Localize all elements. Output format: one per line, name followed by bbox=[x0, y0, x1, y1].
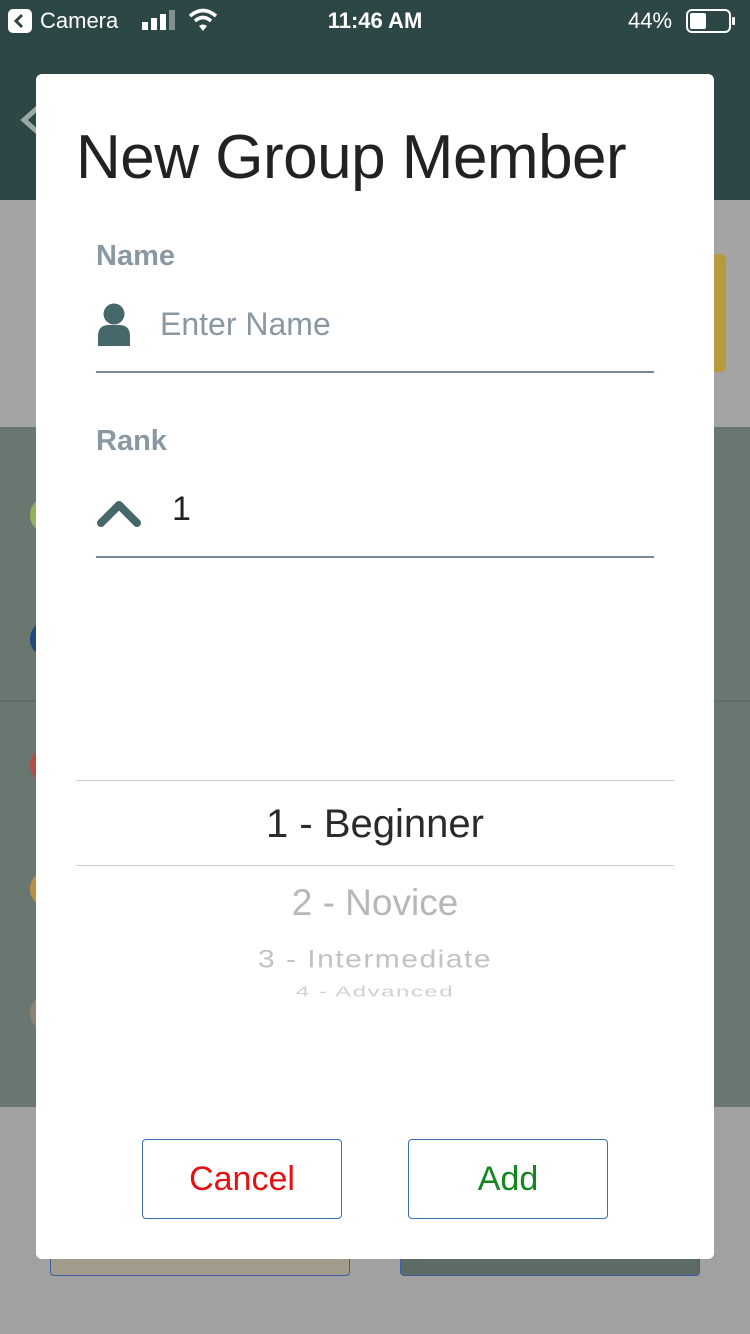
battery-percent: 44% bbox=[628, 8, 673, 33]
picker-option[interactable]: 4 - Advanced bbox=[76, 984, 674, 1001]
picker-option-selected[interactable]: 1 - Beginner bbox=[76, 802, 674, 847]
name-label: Name bbox=[96, 240, 175, 272]
new-member-dialog: New Group Member Name Rank 1 1 - Beginne… bbox=[36, 74, 714, 1259]
rank-picker[interactable]: 1 - Beginner 2 - Novice 3 - Intermediate… bbox=[76, 694, 674, 1004]
name-input[interactable] bbox=[160, 300, 650, 348]
status-bar: Camera 11:46 AM 44% bbox=[0, 0, 750, 40]
cancel-button[interactable]: Cancel bbox=[142, 1139, 342, 1219]
person-icon bbox=[98, 303, 130, 346]
battery-icon bbox=[686, 9, 735, 33]
name-underline bbox=[96, 371, 654, 373]
picker-option[interactable]: 3 - Intermediate bbox=[76, 946, 674, 974]
picker-selection-line-top bbox=[76, 780, 674, 781]
rank-underline bbox=[96, 556, 654, 558]
dialog-title: New Group Member bbox=[76, 123, 627, 192]
add-button[interactable]: Add bbox=[408, 1139, 608, 1219]
picker-option[interactable]: 2 - Novice bbox=[76, 882, 674, 924]
rank-label: Rank bbox=[96, 425, 167, 457]
chevron-up-icon[interactable] bbox=[96, 498, 142, 528]
rank-value[interactable]: 1 bbox=[172, 490, 191, 529]
picker-selection-line-bottom bbox=[76, 865, 674, 866]
screen: Camera 11:46 AM 44% New Group Member Nam… bbox=[0, 0, 750, 1334]
